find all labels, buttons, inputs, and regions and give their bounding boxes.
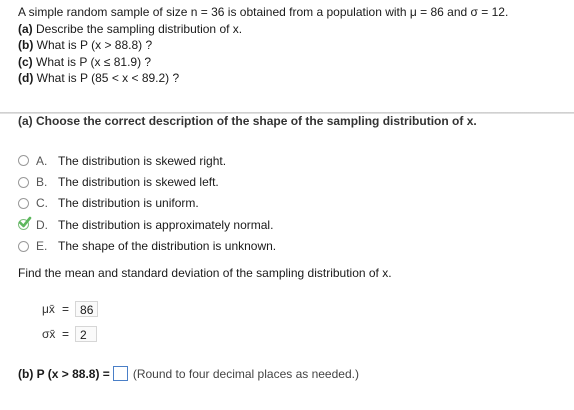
radio-button[interactable] <box>18 176 29 188</box>
part-a-title: (a) Choose the correct description of th… <box>18 114 477 128</box>
part-b-answer-input[interactable] <box>112 366 128 381</box>
choice-text: The shape of the distribution is unknown… <box>58 239 277 254</box>
part-a-label: (a) <box>18 21 33 36</box>
radio-button[interactable] <box>18 155 29 167</box>
part-d-text: What is P (85 < x < 89.2) ? <box>36 71 180 85</box>
choice-b[interactable]: B. The distribution is skewed left. <box>18 171 276 192</box>
part-d-question: (d) What is P (85 < x < 89.2) ? <box>18 70 564 87</box>
intro-mu: μ = 86 <box>409 5 444 19</box>
mean-symbol: μx̄ <box>42 302 55 316</box>
equals-sign: = <box>62 302 70 316</box>
problem-intro: A simple random sample of size n = 36 is… <box>18 5 509 19</box>
radio-button[interactable] <box>18 197 29 209</box>
part-b-text: What is P (x > 88.8) ? <box>36 38 153 52</box>
part-b-answer-row: (b) P (x > 88.8) = (Round to four decima… <box>18 366 359 381</box>
radio-button[interactable] <box>18 240 29 252</box>
problem-statement: A simple random sample of size n = 36 is… <box>18 4 564 87</box>
part-b-question: (b) What is P (x > 88.8) ? <box>18 37 564 54</box>
part-a-question: (a) Describe the sampling distribution o… <box>18 21 564 38</box>
part-d-label: (d) <box>18 71 34 85</box>
part-a-text: Describe the sampling distribution of x. <box>36 21 243 36</box>
part-c-text: What is P (x ≤ 81.9) ? <box>36 54 152 69</box>
choice-c[interactable]: C. The distribution is uniform. <box>18 193 276 214</box>
choice-e[interactable]: E. The shape of the distribution is unkn… <box>18 236 276 257</box>
part-b-label: (b) <box>18 38 34 52</box>
sd-value: 2 <box>75 326 98 342</box>
mean-row: μx̄ = 86 <box>42 301 99 317</box>
find-instruction: Find the mean and standard deviation of … <box>18 266 392 280</box>
intro-sigma: σ = 12. <box>470 5 509 19</box>
sd-row: σx̄ = 2 <box>42 326 98 342</box>
part-b-prompt: (b) P (x > 88.8) = <box>18 366 110 381</box>
mean-value: 86 <box>75 301 99 317</box>
choice-d[interactable]: D. The distribution is approximately nor… <box>18 214 276 235</box>
choice-text: The distribution is uniform. <box>58 196 199 211</box>
choice-letter: A. <box>36 153 48 168</box>
choice-letter: E. <box>36 239 48 254</box>
rounding-note: (Round to four decimal places as needed.… <box>132 366 359 381</box>
choice-letter: C. <box>36 196 48 211</box>
sd-symbol: σx̄ <box>42 327 56 341</box>
equals-sign: = <box>62 327 70 341</box>
checkmark-icon <box>18 216 32 228</box>
part-c-label: (c) <box>18 54 33 69</box>
choice-letter: D. <box>36 217 48 232</box>
choice-a[interactable]: A. The distribution is skewed right. <box>18 150 276 171</box>
intro-text: A simple random sample of size n = 36 is… <box>18 5 410 19</box>
part-c-question: (c) What is P (x ≤ 81.9) ? <box>18 54 564 71</box>
choice-text: The distribution is skewed left. <box>58 175 219 190</box>
choice-text: The distribution is skewed right. <box>58 153 227 168</box>
choice-letter: B. <box>36 175 48 190</box>
choice-text: The distribution is approximately normal… <box>58 217 274 232</box>
choice-list: A. The distribution is skewed right. B. … <box>18 150 276 257</box>
